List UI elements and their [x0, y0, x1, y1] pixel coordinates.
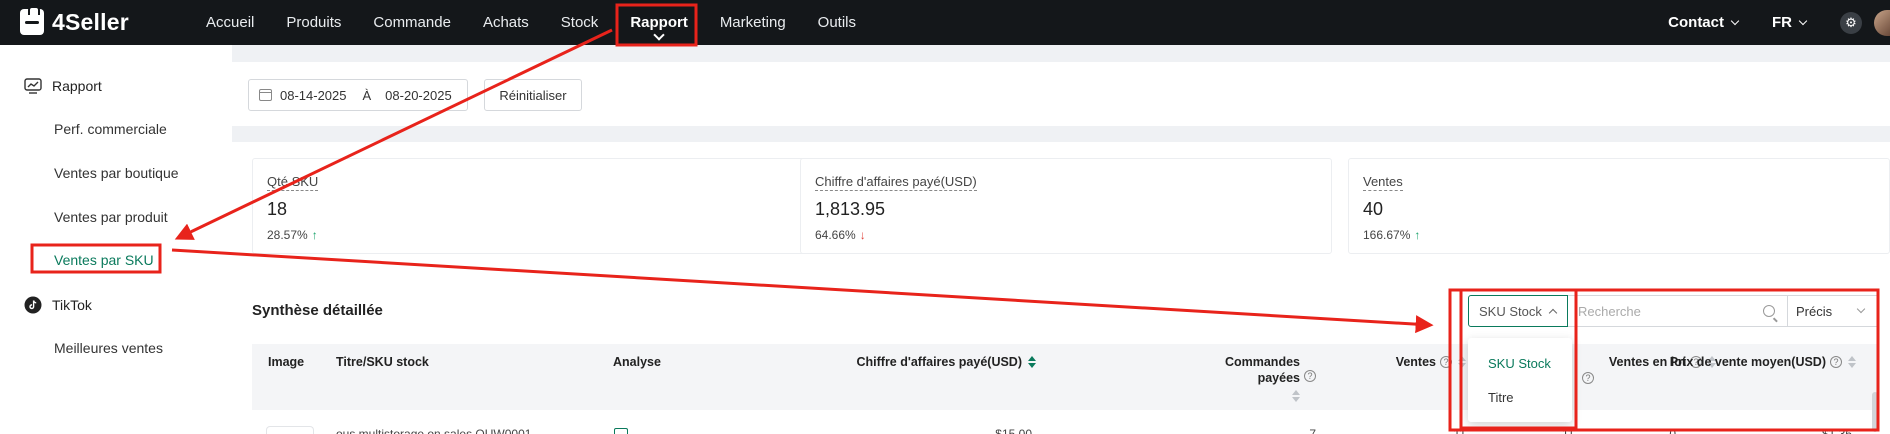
col-orders-label-2: payées: [1257, 371, 1300, 385]
match-mode-select[interactable]: Précis: [1788, 295, 1878, 327]
stat-label: Chiffre d'affaires payé(USD): [815, 174, 977, 191]
stat-card-qty-sku: Qté SKU 18 28.57% ↑: [252, 158, 816, 254]
section-title: Synthèse détaillée: [252, 302, 383, 319]
nav-item-stock[interactable]: Stock: [545, 0, 615, 45]
nav-item-outils[interactable]: Outils: [802, 0, 872, 45]
search-icon[interactable]: [1763, 305, 1775, 317]
sort-icon[interactable]: [1292, 390, 1300, 402]
arrow-up-icon: ↑: [1414, 228, 1421, 242]
help-icon[interactable]: ?: [1304, 370, 1316, 382]
search-box: [1568, 295, 1788, 327]
stat-delta: 28.57% ↑: [267, 228, 815, 242]
sidebar-group-label: Rapport: [52, 78, 102, 94]
contact-label: Contact: [1668, 14, 1724, 31]
nav-item-achats[interactable]: Achats: [467, 0, 545, 45]
stat-label: Qté SKU: [267, 174, 319, 191]
tiktok-icon: [24, 296, 42, 314]
nav-item-marketing[interactable]: Marketing: [704, 0, 802, 45]
stat-delta-value: 64.66%: [815, 228, 856, 242]
product-thumbnail[interactable]: [266, 426, 314, 434]
app-logo[interactable]: 4Seller: [20, 6, 129, 36]
chart-icon: [24, 77, 42, 95]
help-icon[interactable]: ?: [1582, 372, 1594, 384]
stat-value: 1,813.95: [815, 199, 886, 219]
sort-icon[interactable]: [1848, 356, 1856, 368]
search-field-select[interactable]: SKU Stock: [1468, 295, 1568, 327]
reset-button[interactable]: Réinitialiser: [484, 79, 582, 111]
sidebar-item-ventes-par-boutique[interactable]: Ventes par boutique: [54, 165, 179, 181]
chevron-down-icon: [1856, 304, 1866, 314]
row-avg-price: $1.36: [1752, 428, 1852, 434]
chevron-down-icon: [1730, 16, 1740, 25]
sidebar-group-rapport[interactable]: Rapport: [24, 77, 102, 95]
col-image: Image: [268, 355, 305, 369]
contact-menu[interactable]: Contact: [1668, 14, 1740, 31]
date-range-picker[interactable]: 08-14-2025 À 08-20-2025: [248, 79, 468, 111]
date-end: 08-20-2025: [385, 87, 452, 103]
gear-icon[interactable]: ⚙: [1840, 11, 1862, 34]
chevron-up-icon: [1548, 308, 1558, 317]
nav-item-produits[interactable]: Produits: [270, 0, 357, 45]
sidebar-item-ventes-par-sku[interactable]: Ventes par SKU: [54, 252, 154, 268]
col-avg-price-label: Prix de vente moyen(USD): [1669, 355, 1826, 369]
main-nav: Accueil Produits Commande Achats Stock R…: [190, 0, 872, 45]
sidebar: Rapport Perf. commerciale Ventes par bou…: [0, 45, 232, 434]
sidebar-group-label: TikTok: [52, 297, 92, 313]
search-input[interactable]: [1578, 303, 1748, 319]
top-navbar: 4Seller Accueil Produits Commande Achats…: [0, 0, 1890, 45]
row-title[interactable]: ous multistorage on sales OUW0001: [336, 428, 531, 434]
stat-delta: 166.67% ↑: [1363, 228, 1889, 242]
row-bulk: 0: [1412, 428, 1676, 434]
logo-text: 4Seller: [52, 8, 129, 35]
row-revenue: $15.00: [882, 428, 1032, 434]
nav-item-commande[interactable]: Commande: [357, 0, 467, 45]
row-hidden-value: 11: [1562, 428, 1602, 434]
col-hidden-partial: ?: [1578, 370, 1594, 384]
arrow-down-icon: ↓: [859, 228, 866, 242]
stat-label: Ventes: [1363, 174, 1403, 191]
logo-bag-icon: [20, 6, 44, 35]
stat-delta: 64.66% ↓: [815, 228, 1331, 242]
col-title: Titre/SKU stock: [336, 355, 429, 369]
sidebar-item-meilleures-ventes[interactable]: Meilleures ventes: [54, 340, 163, 356]
table-header: Image Titre/SKU stock Analyse Chiffre d'…: [252, 344, 1878, 410]
stat-delta-value: 28.57%: [267, 228, 308, 242]
arrow-up-icon: ↑: [311, 228, 318, 242]
avatar[interactable]: [1874, 9, 1890, 36]
sidebar-group-tiktok[interactable]: TikTok: [24, 296, 92, 314]
date-start: 08-14-2025: [280, 87, 347, 103]
calendar-icon: [259, 89, 272, 101]
dropdown-option-titre[interactable]: Titre: [1468, 380, 1572, 414]
help-icon[interactable]: ?: [1830, 356, 1842, 368]
top-right-actions: Contact FR ⚙: [1668, 0, 1890, 45]
filter-card: [232, 62, 1890, 126]
stat-card-ventes: Ventes 40 166.67% ↑: [1348, 158, 1890, 254]
language-label: FR: [1772, 14, 1792, 31]
table-row[interactable]: ous multistorage on sales OUW0001 $15.00…: [252, 420, 1878, 434]
nav-item-accueil[interactable]: Accueil: [190, 0, 270, 45]
table-scrollbar[interactable]: [1872, 392, 1878, 432]
stat-value: 40: [1363, 199, 1384, 219]
analyse-icon[interactable]: [614, 428, 628, 434]
col-analyse: Analyse: [613, 355, 661, 369]
stat-value: 18: [267, 199, 288, 219]
sidebar-item-perf-commerciale[interactable]: Perf. commerciale: [54, 121, 167, 137]
stat-card-revenue: Chiffre d'affaires payé(USD) 1,813.95 64…: [800, 158, 1332, 254]
nav-item-rapport[interactable]: Rapport: [614, 0, 704, 45]
sidebar-item-ventes-par-produit[interactable]: Ventes par produit: [54, 209, 168, 225]
stat-delta-value: 166.67%: [1363, 228, 1411, 242]
match-mode-value: Précis: [1796, 303, 1833, 319]
search-field-dropdown: SKU Stock Titre: [1468, 338, 1572, 422]
language-menu[interactable]: FR: [1772, 14, 1808, 31]
date-separator: À: [362, 87, 372, 103]
chevron-down-icon: [1798, 16, 1808, 25]
search-field-value: SKU Stock: [1479, 303, 1542, 319]
col-avg-price[interactable]: Prix de vente moyen(USD) ?: [1536, 354, 1856, 370]
dropdown-option-sku-stock[interactable]: SKU Stock: [1468, 346, 1572, 380]
